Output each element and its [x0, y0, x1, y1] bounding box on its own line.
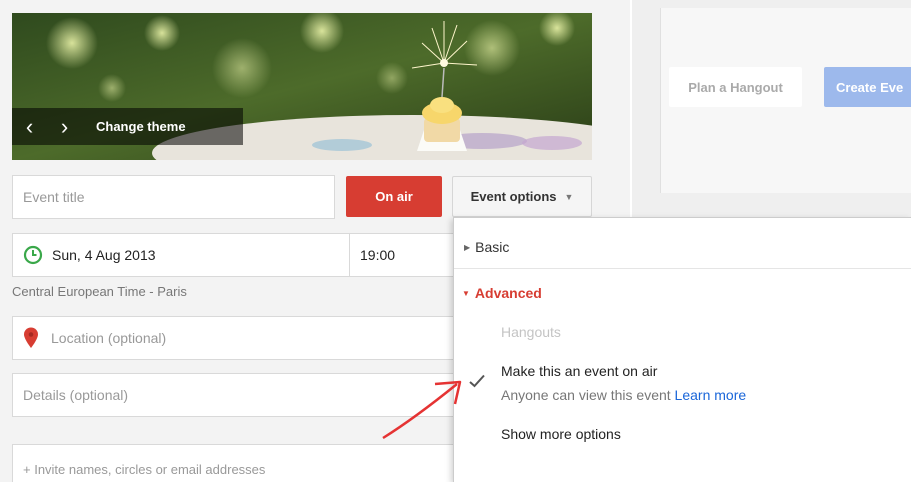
menu-item-basic[interactable]: ▶ Basic [454, 230, 911, 264]
change-theme-button[interactable]: Change theme [82, 119, 186, 134]
advanced-label: Advanced [474, 285, 542, 301]
on-air-button[interactable]: On air [346, 176, 442, 217]
menu-divider [454, 268, 911, 269]
basic-label: Basic [475, 239, 510, 255]
create-event-button[interactable]: Create Eve [824, 67, 911, 107]
triangle-right-icon: ▶ [464, 242, 471, 252]
checkmark-icon [469, 374, 485, 388]
previous-theme-button[interactable]: ‹ [12, 108, 47, 145]
details-input[interactable]: Details (optional) [12, 373, 462, 417]
on-air-option-description: Anyone can view this event Learn more [501, 387, 746, 403]
details-placeholder: Details (optional) [23, 387, 129, 403]
location-pin-icon [23, 327, 39, 349]
invite-placeholder: + Invite names, circles or email address… [23, 461, 266, 477]
learn-more-link[interactable]: Learn more [675, 387, 747, 403]
event-title-placeholder: Event title [23, 189, 85, 205]
hangouts-option-disabled: Hangouts [501, 324, 561, 340]
on-air-label: On air [375, 189, 413, 204]
plan-hangout-label: Plan a Hangout [688, 79, 783, 95]
invite-guests-input[interactable]: + Invite names, circles or email address… [12, 444, 462, 482]
event-options-label: Event options [470, 189, 557, 204]
event-time-field[interactable]: 19:00 [349, 233, 459, 277]
event-title-input[interactable]: Event title [12, 175, 335, 219]
event-date-value: Sun, 4 Aug 2013 [52, 247, 156, 263]
triangle-down-icon: ▼ [462, 288, 470, 298]
event-options-dropdown: ▶ Basic ▼ Advanced Hangouts Make this an… [453, 217, 911, 482]
next-theme-button[interactable]: › [47, 108, 82, 145]
timezone-label[interactable]: Central European Time - Paris [12, 284, 187, 299]
caret-down-icon: ▼ [564, 191, 574, 202]
event-time-value: 19:00 [360, 247, 396, 263]
location-input[interactable]: Location (optional) [12, 316, 462, 360]
make-event-on-air-option[interactable]: Make this an event on air [501, 363, 657, 379]
event-date-field[interactable]: Sun, 4 Aug 2013 [12, 233, 350, 277]
create-event-label: Create Eve [836, 79, 904, 95]
clock-icon [23, 245, 43, 265]
on-air-description-text: Anyone can view this event [501, 387, 671, 403]
theme-navigation-bar: ‹ › Change theme [12, 108, 243, 145]
event-options-button[interactable]: Event options ▼ [452, 176, 592, 217]
plan-hangout-button[interactable]: Plan a Hangout [669, 67, 802, 107]
location-placeholder: Location (optional) [51, 330, 167, 346]
show-more-options-link[interactable]: Show more options [501, 426, 621, 442]
menu-item-advanced[interactable]: ▼ Advanced [454, 276, 911, 310]
